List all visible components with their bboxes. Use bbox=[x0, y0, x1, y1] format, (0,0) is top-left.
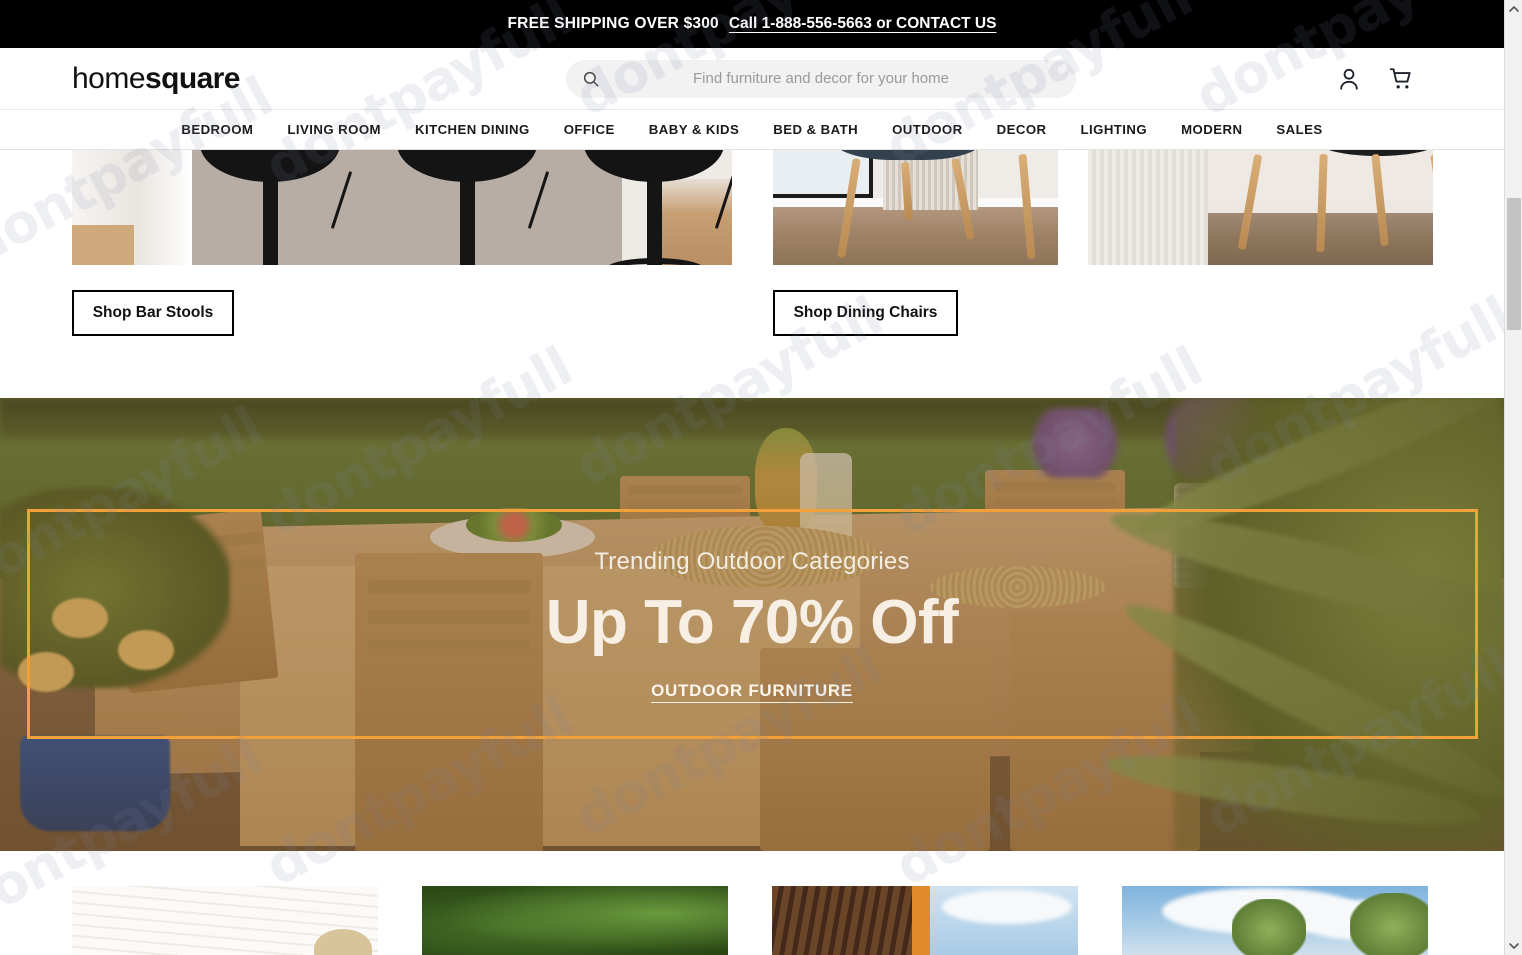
header-icon-group bbox=[1336, 66, 1414, 92]
nav-item-modern[interactable]: MODERN bbox=[1164, 122, 1259, 137]
chevron-down-icon bbox=[1509, 943, 1519, 949]
site-logo[interactable]: homesquare bbox=[72, 61, 240, 95]
search-bar[interactable] bbox=[566, 59, 1076, 98]
nav-item-decor[interactable]: DECOR bbox=[980, 122, 1064, 137]
cart-icon[interactable] bbox=[1388, 66, 1414, 92]
nav-item-kitchen-dining[interactable]: KITCHEN DINING bbox=[398, 122, 547, 137]
promo-text: FREE SHIPPING OVER $300 bbox=[507, 15, 719, 32]
dining-chairs-image[interactable] bbox=[773, 150, 1433, 265]
scrollbar-thumb[interactable] bbox=[1507, 198, 1521, 330]
promo-contact-link[interactable]: Call 1-888-556-5663 or CONTACT US bbox=[729, 15, 997, 33]
pergola-image[interactable] bbox=[772, 886, 1078, 955]
shop-bar-stools-button[interactable]: Shop Bar Stools bbox=[72, 290, 234, 336]
nav-item-bedroom[interactable]: BEDROOM bbox=[164, 122, 270, 137]
logo-text-light: home bbox=[72, 61, 146, 95]
account-icon[interactable] bbox=[1336, 66, 1362, 92]
promo-bar: FREE SHIPPING OVER $300 Call 1-888-556-5… bbox=[0, 0, 1504, 48]
scroll-up-arrow-icon[interactable] bbox=[1505, 0, 1522, 18]
bottom-card-row bbox=[0, 886, 1504, 955]
scroll-down-arrow-icon[interactable] bbox=[1505, 937, 1522, 955]
hero-content: Trending Outdoor Categories Up To 70% Of… bbox=[0, 398, 1504, 851]
vertical-scrollbar[interactable] bbox=[1504, 0, 1522, 955]
category-image-row bbox=[0, 150, 1504, 265]
hero-banner[interactable]: Trending Outdoor Categories Up To 70% Of… bbox=[0, 398, 1504, 851]
white-shed-image[interactable] bbox=[72, 886, 378, 955]
shop-dining-chairs-button[interactable]: Shop Dining Chairs bbox=[773, 290, 958, 336]
nav-item-sales[interactable]: SALES bbox=[1259, 122, 1339, 137]
hero-title: Up To 70% Off bbox=[545, 587, 959, 657]
bar-stools-image[interactable] bbox=[72, 150, 732, 265]
hero-cta-link[interactable]: OUTDOOR FURNITURE bbox=[651, 681, 853, 701]
nav-item-living-room[interactable]: LIVING ROOM bbox=[270, 122, 398, 137]
hero-kicker: Trending Outdoor Categories bbox=[594, 547, 910, 575]
sky-tree-image[interactable] bbox=[1122, 886, 1428, 955]
logo-text-bold: square bbox=[145, 61, 240, 95]
search-input[interactable] bbox=[600, 70, 1076, 87]
chevron-up-icon bbox=[1509, 6, 1519, 12]
nav-item-outdoor[interactable]: OUTDOOR bbox=[875, 122, 980, 137]
nav-item-bed-bath[interactable]: BED & BATH bbox=[756, 122, 875, 137]
nav-item-baby-kids[interactable]: BABY & KIDS bbox=[632, 122, 756, 137]
nav-item-lighting[interactable]: LIGHTING bbox=[1064, 122, 1165, 137]
search-icon bbox=[583, 71, 599, 86]
page-root: FREE SHIPPING OVER $300 Call 1-888-556-5… bbox=[0, 0, 1522, 955]
green-hedge-image[interactable] bbox=[422, 886, 728, 955]
nav-item-office[interactable]: OFFICE bbox=[547, 122, 632, 137]
main-navigation: BEDROOM LIVING ROOM KITCHEN DINING OFFIC… bbox=[0, 110, 1504, 150]
site-header: homesquare bbox=[0, 48, 1504, 110]
